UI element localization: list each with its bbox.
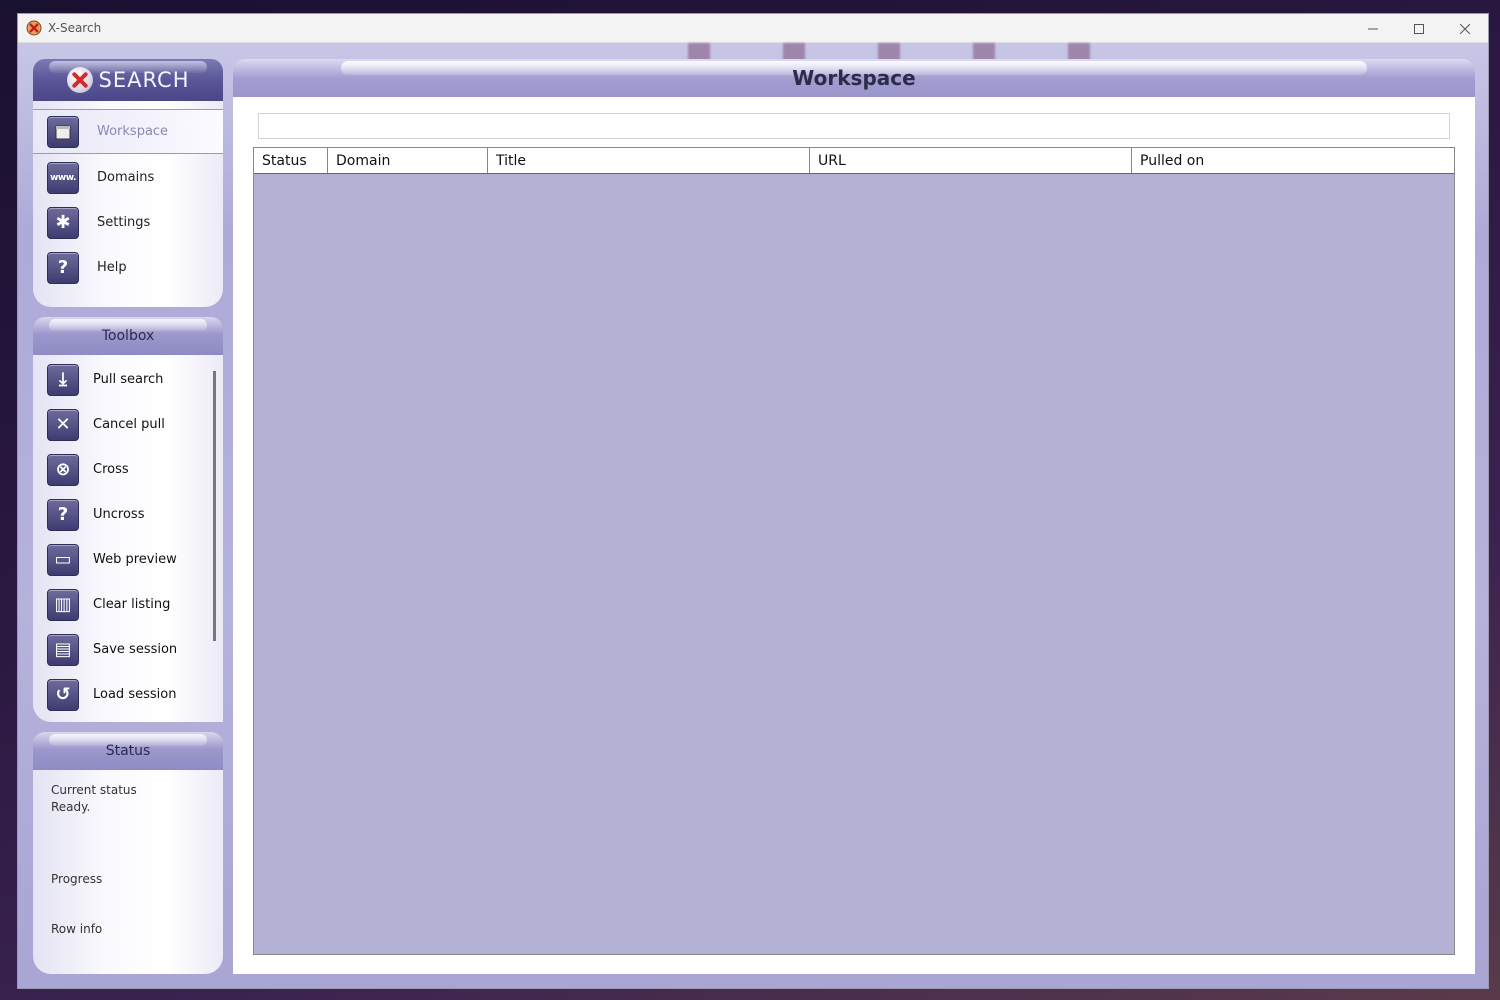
- results-table[interactable]: Status Domain Title URL Pulled on: [253, 147, 1455, 955]
- tool-web-preview[interactable]: ▭ Web preview: [33, 537, 203, 582]
- nav-panel: Workspace www. Domains ✱ Settings ? Help: [33, 101, 223, 307]
- toolbox-panel: ⤓ Pull search ✕ Cancel pull ⊗ Cross ? Un…: [33, 355, 223, 722]
- logo-text: SEARCH: [98, 68, 190, 92]
- calendar-icon: [47, 115, 79, 148]
- www-icon: www.: [47, 161, 79, 194]
- logo-header: SEARCH: [33, 59, 223, 101]
- tool-clear-listing[interactable]: ▥ Clear listing: [33, 582, 203, 627]
- download-icon: ⤓: [47, 363, 79, 396]
- app-window: X-Search SEARCH Workspace www. Domains ✱…: [17, 13, 1489, 989]
- maximize-button[interactable]: [1396, 14, 1442, 43]
- tool-label: Save session: [93, 642, 178, 657]
- question-icon: ?: [47, 251, 79, 284]
- page-title: Workspace: [792, 66, 916, 90]
- tool-label: Clear listing: [93, 597, 171, 612]
- toolbox-scrollbar[interactable]: [213, 371, 216, 641]
- nav-item-domains[interactable]: www. Domains: [33, 155, 223, 200]
- tool-save-session[interactable]: ▤ Save session: [33, 627, 203, 672]
- tool-label: Load session: [93, 687, 177, 702]
- window-title: X-Search: [48, 21, 102, 35]
- close-button[interactable]: [1442, 14, 1488, 43]
- tool-cross[interactable]: ⊗ Cross: [33, 447, 203, 492]
- column-header-domain[interactable]: Domain: [328, 148, 488, 173]
- question-circle-icon: ?: [47, 498, 79, 531]
- status-header: Status: [33, 732, 223, 770]
- tool-load-session[interactable]: ↺ Load session: [33, 672, 203, 717]
- search-input[interactable]: [258, 113, 1450, 139]
- maximize-icon: [1414, 23, 1424, 34]
- gear-icon: ✱: [47, 206, 79, 239]
- column-header-title[interactable]: Title: [488, 148, 810, 173]
- nav-item-workspace[interactable]: Workspace: [33, 109, 223, 154]
- cancel-download-icon: ✕: [47, 408, 79, 441]
- nav-label: Help: [97, 260, 127, 275]
- toolbox-header: Toolbox: [33, 317, 223, 355]
- window-controls: [1350, 14, 1488, 43]
- tool-label: Uncross: [93, 507, 145, 522]
- web-window-icon: ▭: [47, 543, 79, 576]
- tool-label: Cross: [93, 462, 129, 477]
- column-header-pulled-on[interactable]: Pulled on: [1132, 148, 1454, 173]
- tool-label: Web preview: [93, 552, 177, 567]
- cross-circle-icon: ⊗: [47, 453, 79, 486]
- column-header-status[interactable]: Status: [254, 148, 328, 173]
- status-panel: Current status Ready. Progress Row info: [33, 770, 223, 974]
- current-status-label: Current status: [51, 783, 137, 797]
- title-bar[interactable]: X-Search: [18, 14, 1488, 43]
- current-status-value: Ready.: [51, 800, 91, 814]
- minimize-icon: [1368, 28, 1378, 29]
- progress-label: Progress: [51, 872, 103, 886]
- workspace-header: Workspace: [233, 59, 1475, 97]
- nav-item-help[interactable]: ? Help: [33, 245, 223, 290]
- tool-pull-search[interactable]: ⤓ Pull search: [33, 357, 203, 402]
- status-title: Status: [105, 743, 151, 759]
- nav-label: Settings: [97, 215, 151, 230]
- x-logo-icon: [66, 67, 93, 93]
- toolbox-title: Toolbox: [101, 328, 155, 344]
- minimize-button[interactable]: [1350, 14, 1396, 43]
- trash-icon: ▥: [47, 588, 79, 621]
- nav-item-settings[interactable]: ✱ Settings: [33, 200, 223, 245]
- row-info-label: Row info: [51, 922, 103, 936]
- tool-label: Pull search: [93, 372, 164, 387]
- nav-label: Domains: [97, 170, 155, 185]
- close-icon: [1460, 23, 1470, 34]
- column-header-url[interactable]: URL: [810, 148, 1132, 173]
- tool-label: Cancel pull: [93, 417, 165, 432]
- save-session-icon: ▤: [47, 633, 79, 666]
- workspace-panel: Status Domain Title URL Pulled on: [233, 97, 1475, 974]
- nav-label: Workspace: [97, 124, 169, 139]
- client-area: SEARCH Workspace www. Domains ✱ Settings…: [18, 43, 1488, 988]
- app-logo-icon: [26, 20, 42, 36]
- load-session-icon: ↺: [47, 678, 79, 711]
- tool-cancel-pull[interactable]: ✕ Cancel pull: [33, 402, 203, 447]
- table-header: Status Domain Title URL Pulled on: [254, 148, 1454, 174]
- tool-uncross[interactable]: ? Uncross: [33, 492, 203, 537]
